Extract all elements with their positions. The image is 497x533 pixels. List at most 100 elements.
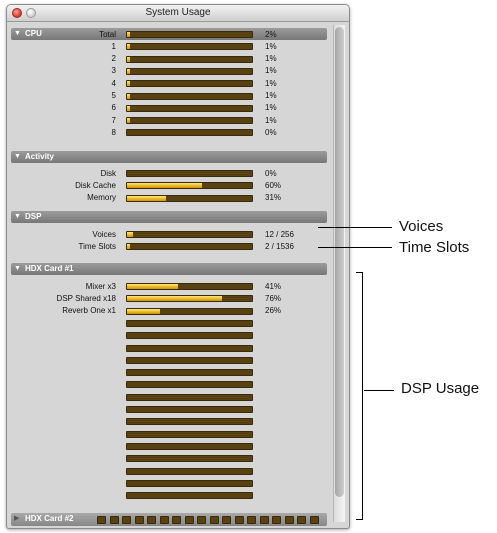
row-value: 0% xyxy=(265,127,277,137)
system-usage-window: System Usage ▼ CPU Total 2% 1 1% 2 1% 3 1% 4 1% 5 1% 6… xyxy=(6,4,350,529)
meter-bar xyxy=(126,467,253,475)
usage-content: ▼ CPU Total 2% 1 1% 2 1% 3 1% 4 1% 5 1% 6 1% 7 1% 8 0% ▼ Acti… xyxy=(11,25,329,526)
row-value: 31% xyxy=(265,193,282,203)
row-value: 0% xyxy=(265,168,277,178)
callout-label: Voices xyxy=(399,218,444,235)
row-value: 1% xyxy=(265,41,277,51)
scrollbar-thumb[interactable] xyxy=(335,27,344,497)
disclosure-closed-icon[interactable]: ▶ xyxy=(14,514,19,522)
mini-meter xyxy=(272,516,281,524)
mini-meter xyxy=(159,516,169,524)
row-label: 5 xyxy=(111,91,116,100)
row-label: Disk xyxy=(100,168,116,178)
section-header-activity[interactable]: ▼ Activity xyxy=(11,151,327,163)
row-value: 60% xyxy=(265,180,282,190)
meter-bar xyxy=(126,283,253,290)
row-label: 2 xyxy=(111,54,116,64)
row-label: 3 xyxy=(111,66,116,76)
meter-bar xyxy=(126,117,253,125)
callout-bracket xyxy=(356,272,363,520)
meter-fill xyxy=(127,183,202,189)
mini-meter xyxy=(297,516,306,524)
section-header-dsp[interactable]: ▼ DSP xyxy=(11,211,327,223)
row-value: 1% xyxy=(265,115,277,125)
meter-fill xyxy=(127,195,166,201)
meter-bar xyxy=(126,381,253,389)
row-label: Disk Cache xyxy=(75,180,116,190)
row-value: 76% xyxy=(265,293,282,303)
row-value: 41% xyxy=(265,281,282,291)
meter-bar xyxy=(126,455,253,463)
meter-fill xyxy=(127,32,130,37)
mini-meter xyxy=(184,516,194,524)
meter-fill xyxy=(127,118,130,124)
meter-bar xyxy=(126,104,253,112)
meter-bar xyxy=(126,92,253,100)
mini-meter xyxy=(197,516,206,524)
mini-meter xyxy=(147,516,156,524)
row-label: Reverb One x1 xyxy=(62,306,116,316)
callout-label: Time Slots xyxy=(399,239,470,256)
meter-fill xyxy=(127,308,160,314)
mini-meter xyxy=(259,516,269,524)
row-label: 8 xyxy=(111,127,116,137)
callout-line xyxy=(318,247,392,248)
meter-bar xyxy=(126,418,253,426)
mini-meter xyxy=(247,516,256,524)
mini-meter xyxy=(222,516,231,524)
window-title: System Usage xyxy=(145,7,211,18)
meter-bar xyxy=(126,430,253,438)
row-value: 1% xyxy=(265,103,277,113)
row-value: 1% xyxy=(265,66,277,76)
row-label: Voices xyxy=(92,229,116,239)
row-value: 1% xyxy=(265,78,277,88)
mini-meter xyxy=(97,516,106,524)
meter-bar xyxy=(126,194,253,202)
meter-bar xyxy=(126,319,253,327)
disclosure-open-icon[interactable]: ▼ xyxy=(14,151,21,163)
row-value: 1% xyxy=(265,91,277,100)
mini-meter xyxy=(122,516,131,524)
meter-fill xyxy=(127,284,178,289)
disclosure-open-icon[interactable]: ▼ xyxy=(14,211,21,223)
disclosure-open-icon[interactable]: ▼ xyxy=(14,263,21,275)
section-header-hdx1[interactable]: ▼ HDX Card #1 xyxy=(11,263,327,275)
scrollbar[interactable] xyxy=(333,25,345,522)
meter-fill xyxy=(127,68,130,74)
meter-bar xyxy=(126,406,253,413)
meter-bar xyxy=(126,442,253,450)
meter-fill xyxy=(127,44,130,50)
row-value: 26% xyxy=(265,306,282,316)
meter-bar xyxy=(126,393,253,401)
meter-bar xyxy=(126,67,253,75)
section-title: HDX Card #2 xyxy=(25,514,74,523)
meter-bar xyxy=(126,243,253,251)
row-label: 4 xyxy=(111,78,116,88)
row-value: 2% xyxy=(265,29,277,39)
section-header-hdx2[interactable]: ▶ HDX Card #2 xyxy=(11,513,327,526)
meter-bar xyxy=(126,129,253,137)
row-label: DSP Shared x18 xyxy=(56,293,116,303)
section-title: HDX Card #1 xyxy=(25,264,74,273)
meter-bar xyxy=(126,170,253,177)
callout-line xyxy=(318,227,392,228)
mini-meter xyxy=(172,516,181,524)
meter-bar xyxy=(126,80,253,88)
meter-fill xyxy=(127,232,133,237)
meter-bar xyxy=(126,231,253,238)
meter-bar xyxy=(126,55,253,63)
mini-meter xyxy=(284,516,294,524)
row-value: 12 / 256 xyxy=(265,229,294,239)
row-label: Time Slots xyxy=(78,241,117,251)
meter-fill xyxy=(127,244,130,250)
meter-bar xyxy=(126,182,253,190)
mini-meter xyxy=(209,516,219,524)
row-label: Memory xyxy=(87,193,116,203)
mini-meter xyxy=(309,516,319,524)
meter-fill xyxy=(127,56,130,62)
meter-bar xyxy=(126,332,253,340)
callout-label: DSP Usage xyxy=(401,380,480,397)
meter-bar xyxy=(126,43,253,51)
row-value: 2 / 1536 xyxy=(265,241,294,251)
mini-meter xyxy=(109,516,119,524)
